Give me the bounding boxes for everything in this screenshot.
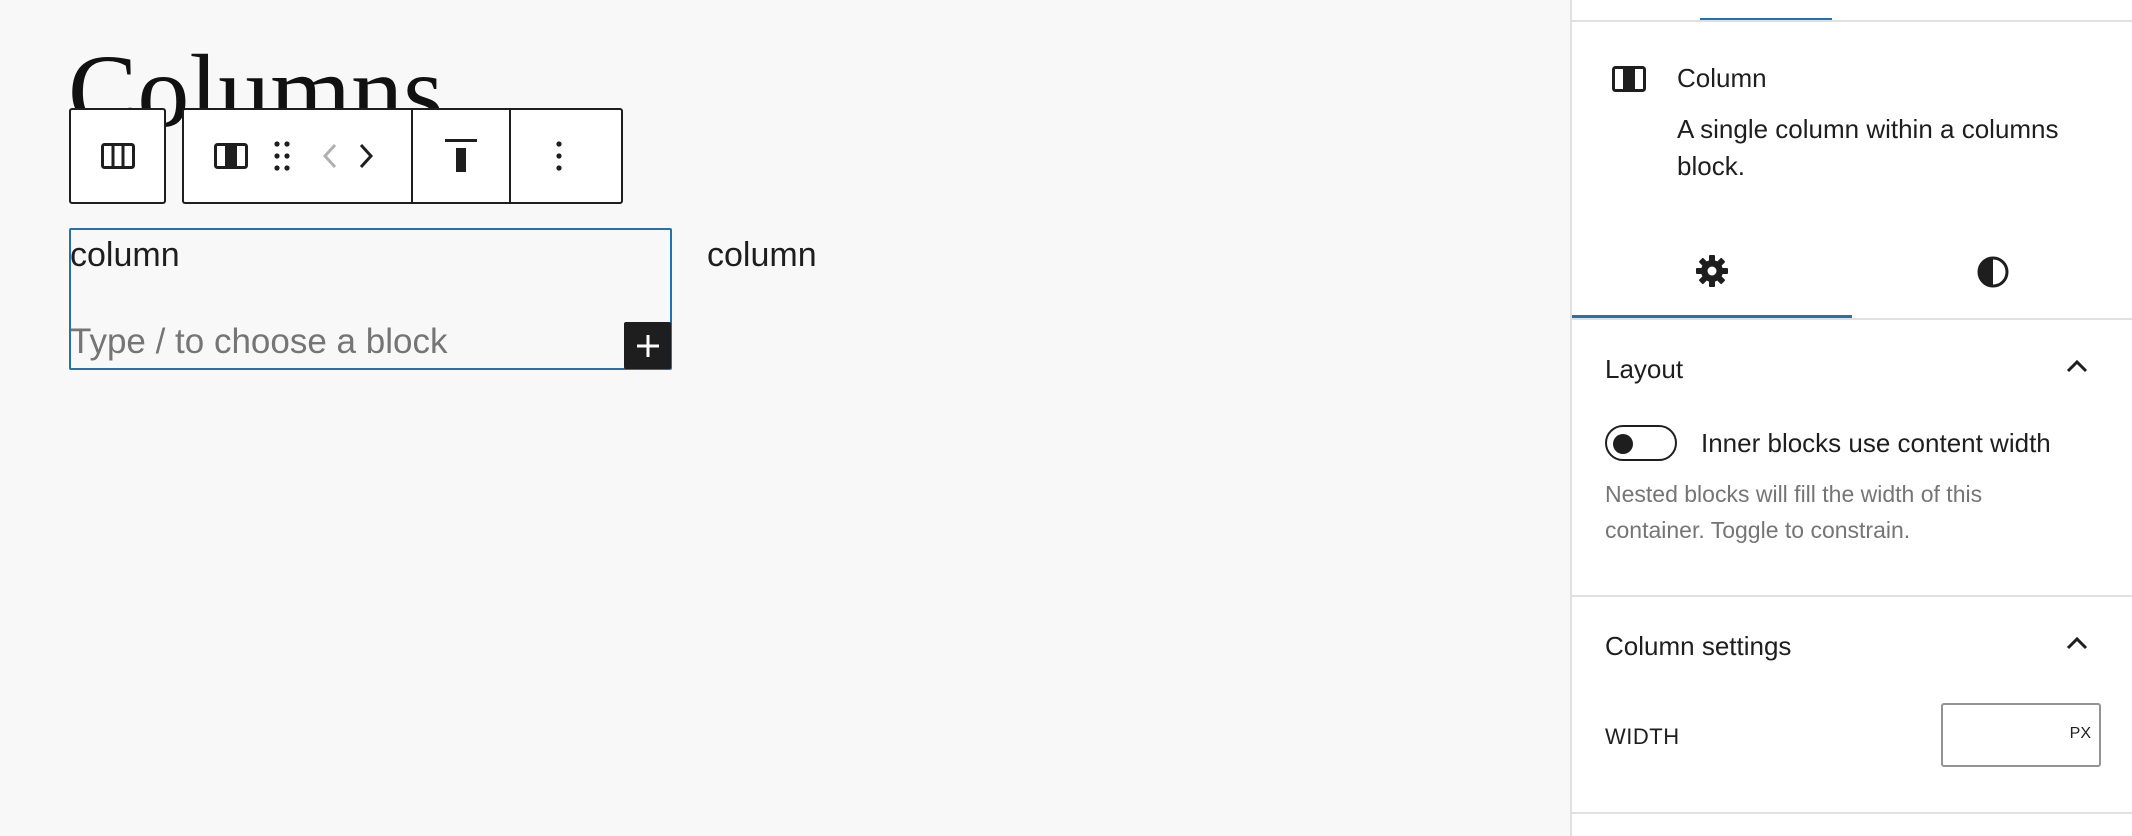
column-text[interactable]: column <box>70 236 180 275</box>
column-icon <box>1612 66 1646 92</box>
block-type-button[interactable] <box>200 110 262 202</box>
divider <box>1572 812 2132 814</box>
gear-icon <box>1696 254 1728 287</box>
contrast-icon <box>1977 256 2009 288</box>
layout-panel-header[interactable]: Layout <box>1572 320 2132 416</box>
width-label: WIDTH <box>1605 724 1680 749</box>
block-placeholder[interactable]: Type / to choose a block <box>70 322 447 362</box>
column-settings-panel-header[interactable]: Column settings <box>1572 597 2132 693</box>
drag-handle-button[interactable] <box>262 110 302 202</box>
sidebar-header-tab-indicator <box>1700 0 1832 21</box>
select-parent-button[interactable] <box>71 110 164 202</box>
align-top-icon <box>445 139 477 172</box>
parent-block-toolbar <box>69 108 166 204</box>
chevron-left-icon <box>322 143 337 169</box>
layout-panel-title: Layout <box>1605 354 1684 384</box>
columns-icon <box>100 143 135 169</box>
plus-icon <box>636 334 659 357</box>
divider <box>1572 20 2132 22</box>
add-block-button[interactable] <box>624 322 671 369</box>
options-button[interactable] <box>511 110 607 202</box>
column-settings-title: Column settings <box>1605 631 1792 661</box>
width-input[interactable]: PX <box>1941 703 2101 767</box>
column-text[interactable]: column <box>707 236 817 275</box>
tab-settings[interactable] <box>1572 226 1852 318</box>
more-vertical-icon <box>556 141 562 171</box>
width-unit[interactable]: PX <box>2070 725 2091 743</box>
tab-styles[interactable] <box>1852 226 2132 318</box>
move-right-button[interactable] <box>348 110 384 202</box>
block-card-description: A single column within a columns <box>1677 114 2059 144</box>
chevron-right-icon <box>359 143 374 169</box>
layout-help-text: Nested blocks will fill the width of thi… <box>1605 481 1983 507</box>
settings-sidebar: Column A single column within a columns … <box>1570 0 2132 836</box>
editor-canvas: Columns column Type / to choose a block … <box>0 0 1570 836</box>
block-card-title: Column <box>1677 63 1767 93</box>
drag-handle-icon <box>274 141 290 171</box>
column-icon <box>214 143 248 169</box>
move-left-button[interactable] <box>312 110 348 202</box>
chevron-up-icon <box>2066 359 2088 373</box>
content-width-toggle[interactable] <box>1605 425 1677 461</box>
chevron-up-icon <box>2066 636 2088 650</box>
block-toolbar <box>182 108 623 204</box>
toggle-knob <box>1613 434 1633 454</box>
layout-help-text: container. Toggle to constrain. <box>1605 517 1911 543</box>
vertical-align-button[interactable] <box>413 110 509 202</box>
toggle-label: Inner blocks use content width <box>1701 428 2051 458</box>
block-card-description: block. <box>1677 151 1745 181</box>
